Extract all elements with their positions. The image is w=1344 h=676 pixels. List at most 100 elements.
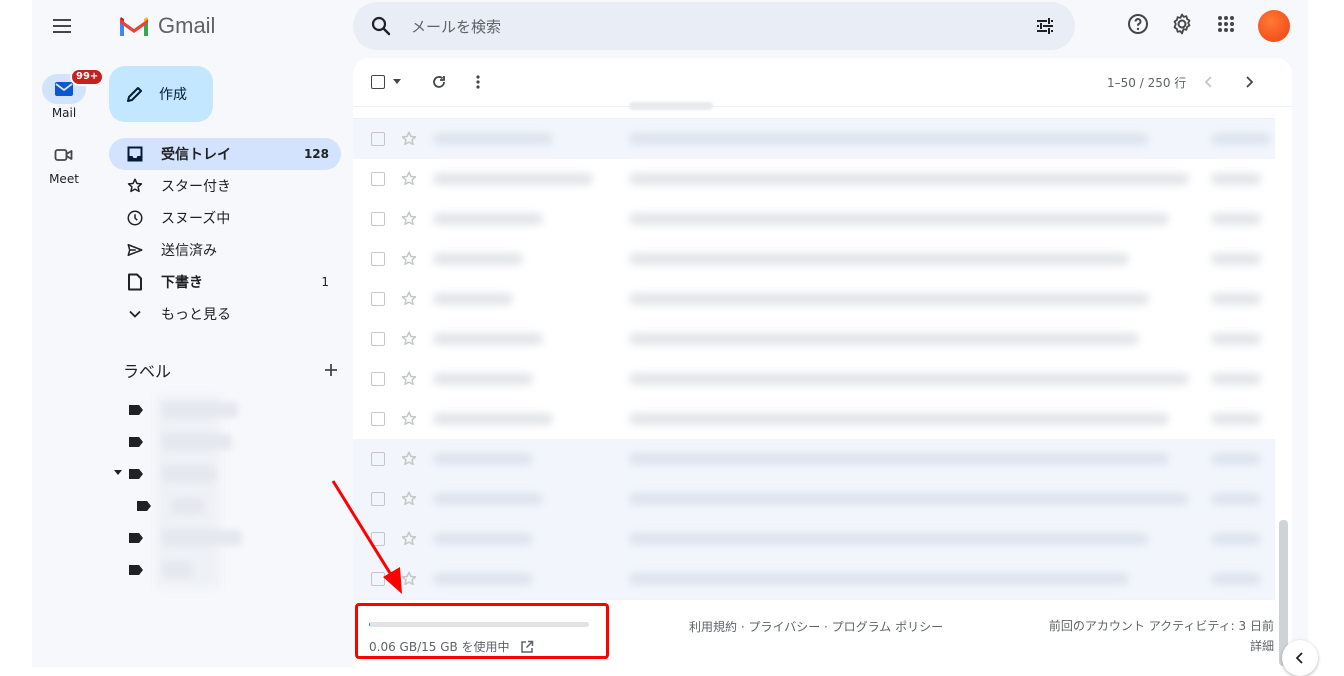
table-row[interactable] — [353, 359, 1275, 400]
nav-item-drafts[interactable]: 下書き 1 — [109, 266, 341, 298]
nav-item-sent[interactable]: 送信済み — [109, 234, 341, 266]
caret-down-icon[interactable] — [114, 468, 122, 476]
nav-count-inbox: 128 — [303, 147, 329, 161]
row-date-blurred — [1211, 373, 1261, 385]
row-subject-blurred — [629, 453, 1169, 465]
search-input[interactable] — [409, 12, 1013, 42]
refresh-icon[interactable] — [431, 70, 447, 94]
label-tag-icon[interactable] — [128, 436, 144, 448]
row-checkbox[interactable] — [371, 532, 385, 546]
row-subject-blurred — [629, 173, 1189, 185]
more-options-icon[interactable] — [475, 70, 481, 94]
rail-mail-pill[interactable]: 99+ — [42, 68, 105, 104]
label-tag-icon[interactable] — [128, 532, 144, 544]
table-row[interactable] — [353, 279, 1275, 320]
message-list-panel: 1–50 / 250 行 — [353, 58, 1292, 667]
chevron-left-icon[interactable] — [1203, 70, 1215, 94]
rail-mail[interactable]: 99+ Mail — [40, 68, 105, 120]
row-checkbox[interactable] — [371, 372, 385, 386]
caret-down-icon[interactable] — [393, 79, 401, 85]
row-subject-blurred — [629, 373, 1189, 385]
row-checkbox[interactable] — [371, 292, 385, 306]
apps-grid-icon[interactable] — [1214, 12, 1238, 36]
table-row[interactable] — [353, 319, 1275, 360]
search-bar[interactable] — [353, 2, 1075, 50]
table-row[interactable] — [353, 199, 1275, 240]
main-menu-icon[interactable] — [50, 14, 74, 38]
row-checkbox[interactable] — [371, 412, 385, 426]
nav-label-more: もっと見る — [161, 307, 231, 323]
star-icon[interactable] — [400, 410, 418, 428]
row-checkbox[interactable] — [371, 252, 385, 266]
nav-item-more[interactable]: もっと見る — [109, 298, 341, 330]
label-tag-icon[interactable] — [128, 404, 144, 416]
row-checkbox[interactable] — [371, 172, 385, 186]
help-icon[interactable] — [1126, 12, 1150, 36]
row-sender-blurred — [433, 413, 553, 425]
search-options-icon[interactable] — [1033, 14, 1057, 38]
row-checkbox[interactable] — [371, 332, 385, 346]
nav-count-drafts: 1 — [321, 275, 329, 289]
add-label-icon[interactable] — [323, 362, 339, 378]
labels-heading: ラベル — [123, 362, 172, 381]
star-icon[interactable] — [400, 290, 418, 308]
settings-gear-icon[interactable] — [1170, 12, 1194, 36]
row-checkbox[interactable] — [371, 132, 385, 146]
row-sender-blurred — [433, 213, 543, 225]
row-checkbox[interactable] — [371, 572, 385, 586]
nav-label-starred: スター付き — [161, 179, 231, 195]
label-tag-icon[interactable] — [136, 500, 152, 512]
row-subject-blurred — [629, 293, 1149, 305]
row-checkbox[interactable] — [371, 452, 385, 466]
table-row[interactable] — [353, 119, 1275, 160]
table-row[interactable] — [353, 439, 1275, 480]
table-row[interactable] — [353, 479, 1275, 520]
label-name-blurred — [162, 562, 192, 578]
star-icon[interactable] — [400, 370, 418, 388]
table-row[interactable] — [353, 519, 1275, 560]
table-row[interactable] — [353, 399, 1275, 440]
star-icon[interactable] — [400, 210, 418, 228]
label-name-blurred — [162, 530, 242, 546]
star-icon[interactable] — [400, 530, 418, 548]
side-panel-toggle[interactable] — [1282, 640, 1318, 676]
star-icon[interactable] — [400, 170, 418, 188]
star-icon[interactable] — [400, 250, 418, 268]
table-row[interactable] — [353, 239, 1275, 280]
account-avatar[interactable] — [1258, 10, 1290, 42]
scrolled-row-fragment — [629, 102, 713, 110]
star-icon[interactable] — [400, 130, 418, 148]
gmail-logo[interactable]: Gmail — [118, 12, 215, 40]
table-row[interactable] — [353, 559, 1275, 600]
star-icon[interactable] — [400, 330, 418, 348]
compose-button[interactable]: 作成 — [109, 66, 213, 122]
row-checkbox[interactable] — [371, 212, 385, 226]
row-subject-blurred — [629, 253, 1129, 265]
rail-meet[interactable]: Meet — [40, 140, 88, 186]
row-date-blurred — [1211, 213, 1261, 225]
row-checkbox[interactable] — [371, 492, 385, 506]
table-row[interactable] — [353, 159, 1275, 200]
nav-item-starred[interactable]: スター付き — [109, 170, 341, 202]
nav-label-drafts: 下書き — [161, 275, 203, 291]
label-tag-icon[interactable] — [128, 564, 144, 576]
label-tag-icon[interactable] — [128, 468, 144, 480]
nav-item-snoozed[interactable]: スヌーズ中 — [109, 202, 341, 234]
clock-icon — [125, 208, 145, 228]
row-subject-blurred — [629, 533, 1149, 545]
chevron-right-icon[interactable] — [1243, 70, 1255, 94]
labels-header: ラベル — [123, 358, 339, 382]
star-icon[interactable] — [400, 570, 418, 588]
row-sender-blurred — [433, 173, 593, 185]
nav-item-inbox[interactable]: 受信トレイ 128 — [109, 138, 341, 170]
inbox-icon — [125, 144, 145, 164]
row-sender-blurred — [433, 253, 523, 265]
select-all-checkbox[interactable] — [371, 70, 401, 94]
star-icon[interactable] — [400, 450, 418, 468]
row-subject-blurred — [629, 573, 1129, 585]
row-sender-blurred — [433, 493, 543, 505]
rail-meet-pill[interactable] — [42, 140, 86, 170]
search-icon[interactable] — [369, 14, 393, 38]
row-sender-blurred — [433, 293, 513, 305]
star-icon[interactable] — [400, 490, 418, 508]
